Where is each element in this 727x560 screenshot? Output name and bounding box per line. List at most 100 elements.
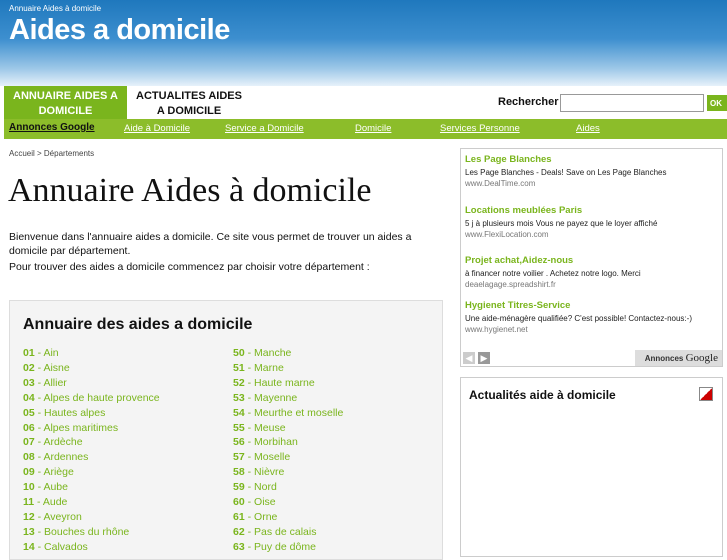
department-name[interactable]: Aisne: [43, 362, 69, 374]
department-item[interactable]: 57 - Moselle: [233, 450, 343, 465]
department-item[interactable]: 08 - Ardennes: [23, 450, 160, 465]
department-item[interactable]: 10 - Aube: [23, 480, 160, 495]
department-number[interactable]: 53: [233, 392, 245, 404]
department-name[interactable]: Mayenne: [254, 392, 297, 404]
department-number[interactable]: 02: [23, 362, 35, 374]
department-name[interactable]: Alpes maritimes: [43, 422, 118, 434]
department-number[interactable]: 10: [23, 481, 35, 493]
link-aide-domicile[interactable]: Aide à Domicile: [124, 123, 190, 134]
department-name[interactable]: Ariège: [43, 466, 73, 478]
department-item[interactable]: 62 - Pas de calais: [233, 525, 343, 540]
department-number[interactable]: 58: [233, 466, 245, 478]
department-item[interactable]: 63 - Puy de dôme: [233, 540, 343, 555]
department-item[interactable]: 60 - Oise: [233, 495, 343, 510]
department-item[interactable]: 51 - Marne: [233, 361, 343, 376]
department-item[interactable]: 02 - Aisne: [23, 361, 160, 376]
department-item[interactable]: 09 - Ariège: [23, 465, 160, 480]
department-item[interactable]: 55 - Meuse: [233, 421, 343, 436]
department-item[interactable]: 54 - Meurthe et moselle: [233, 406, 343, 421]
department-name[interactable]: Ardennes: [43, 451, 88, 463]
search-input[interactable]: [560, 94, 704, 112]
department-item[interactable]: 03 - Allier: [23, 376, 160, 391]
link-domicile[interactable]: Domicile: [355, 123, 391, 134]
department-item[interactable]: 05 - Hautes alpes: [23, 406, 160, 421]
department-item[interactable]: 01 - Ain: [23, 346, 160, 361]
department-number[interactable]: 05: [23, 407, 35, 419]
department-name[interactable]: Pas de calais: [254, 526, 316, 538]
department-name[interactable]: Nord: [254, 481, 277, 493]
department-name[interactable]: Allier: [43, 377, 66, 389]
department-item[interactable]: 50 - Manche: [233, 346, 343, 361]
ad-url[interactable]: deaelagage.spreadshirt.fr: [465, 279, 719, 290]
department-item[interactable]: 59 - Nord: [233, 480, 343, 495]
department-number[interactable]: 13: [23, 526, 35, 538]
department-name[interactable]: Ardèche: [43, 436, 82, 448]
department-item[interactable]: 52 - Haute marne: [233, 376, 343, 391]
department-name[interactable]: Alpes de haute provence: [43, 392, 159, 404]
ad-title[interactable]: Hygienet Titres-Service: [465, 300, 719, 311]
department-item[interactable]: 04 - Alpes de haute provence: [23, 391, 160, 406]
department-number[interactable]: 51: [233, 362, 245, 374]
ad-item[interactable]: Hygienet Titres-Service Une aide-ménagère…: [465, 300, 719, 335]
department-name[interactable]: Aube: [43, 481, 68, 493]
ad-url[interactable]: www.FlexiLocation.com: [465, 229, 719, 240]
department-name[interactable]: Morbihan: [254, 436, 298, 448]
department-number[interactable]: 55: [233, 422, 245, 434]
department-name[interactable]: Nièvre: [254, 466, 284, 478]
department-number[interactable]: 60: [233, 496, 245, 508]
department-number[interactable]: 63: [233, 541, 245, 553]
department-number[interactable]: 06: [23, 422, 35, 434]
department-item[interactable]: 06 - Alpes maritimes: [23, 421, 160, 436]
department-name[interactable]: Aude: [43, 496, 68, 508]
department-number[interactable]: 01: [23, 347, 35, 359]
department-name[interactable]: Hautes alpes: [44, 407, 105, 419]
link-services-personne[interactable]: Services Personne: [440, 123, 520, 134]
annonces-google-link[interactable]: Annonces Google: [9, 122, 95, 133]
department-name[interactable]: Aveyron: [43, 511, 81, 523]
department-number[interactable]: 59: [233, 481, 245, 493]
department-name[interactable]: Meurthe et moselle: [254, 407, 343, 419]
department-name[interactable]: Ain: [43, 347, 58, 359]
rss-icon[interactable]: [699, 387, 713, 401]
department-item[interactable]: 13 - Bouches du rhône: [23, 525, 160, 540]
department-name[interactable]: Puy de dôme: [254, 541, 316, 553]
department-number[interactable]: 08: [23, 451, 35, 463]
department-name[interactable]: Bouches du rhône: [44, 526, 129, 538]
department-item[interactable]: 58 - Nièvre: [233, 465, 343, 480]
department-number[interactable]: 61: [233, 511, 245, 523]
department-name[interactable]: Manche: [254, 347, 291, 359]
ad-item[interactable]: Locations meublées Paris 5 j à plusieurs …: [465, 205, 719, 240]
department-number[interactable]: 03: [23, 377, 35, 389]
link-service-domicile[interactable]: Service a Domicile: [225, 123, 304, 134]
department-number[interactable]: 09: [23, 466, 35, 478]
department-item[interactable]: 11 - Aude: [23, 495, 160, 510]
department-number[interactable]: 04: [23, 392, 35, 404]
link-aides[interactable]: Aides: [576, 123, 600, 134]
department-number[interactable]: 54: [233, 407, 245, 419]
department-number[interactable]: 07: [23, 436, 35, 448]
ad-item[interactable]: Les Page Blanches Les Page Blanches - Dea…: [465, 154, 719, 189]
department-item[interactable]: 07 - Ardèche: [23, 435, 160, 450]
ad-item[interactable]: Projet achat,Aidez-nous à financer notre …: [465, 255, 719, 290]
tab-actualites[interactable]: ACTUALITES AIDES A DOMICILE: [131, 86, 247, 119]
department-item[interactable]: 12 - Aveyron: [23, 510, 160, 525]
ad-title[interactable]: Projet achat,Aidez-nous: [465, 255, 719, 266]
annonces-google-label[interactable]: Annonces Google: [634, 350, 722, 366]
chevron-right-icon[interactable]: ▶: [478, 352, 490, 364]
ad-title[interactable]: Les Page Blanches: [465, 154, 719, 165]
department-number[interactable]: 11: [23, 496, 34, 508]
chevron-left-icon[interactable]: ◀: [463, 352, 475, 364]
department-number[interactable]: 62: [233, 526, 245, 538]
department-item[interactable]: 56 - Morbihan: [233, 435, 343, 450]
department-name[interactable]: Marne: [254, 362, 284, 374]
department-name[interactable]: Orne: [254, 511, 277, 523]
department-number[interactable]: 12: [23, 511, 35, 523]
search-button[interactable]: OK: [707, 95, 727, 111]
ad-title[interactable]: Locations meublées Paris: [465, 205, 719, 216]
ad-url[interactable]: www.hygienet.net: [465, 324, 719, 335]
department-number[interactable]: 14: [23, 541, 35, 553]
department-name[interactable]: Oise: [254, 496, 276, 508]
department-number[interactable]: 50: [233, 347, 245, 359]
department-item[interactable]: 14 - Calvados: [23, 540, 160, 555]
department-number[interactable]: 56: [233, 436, 245, 448]
